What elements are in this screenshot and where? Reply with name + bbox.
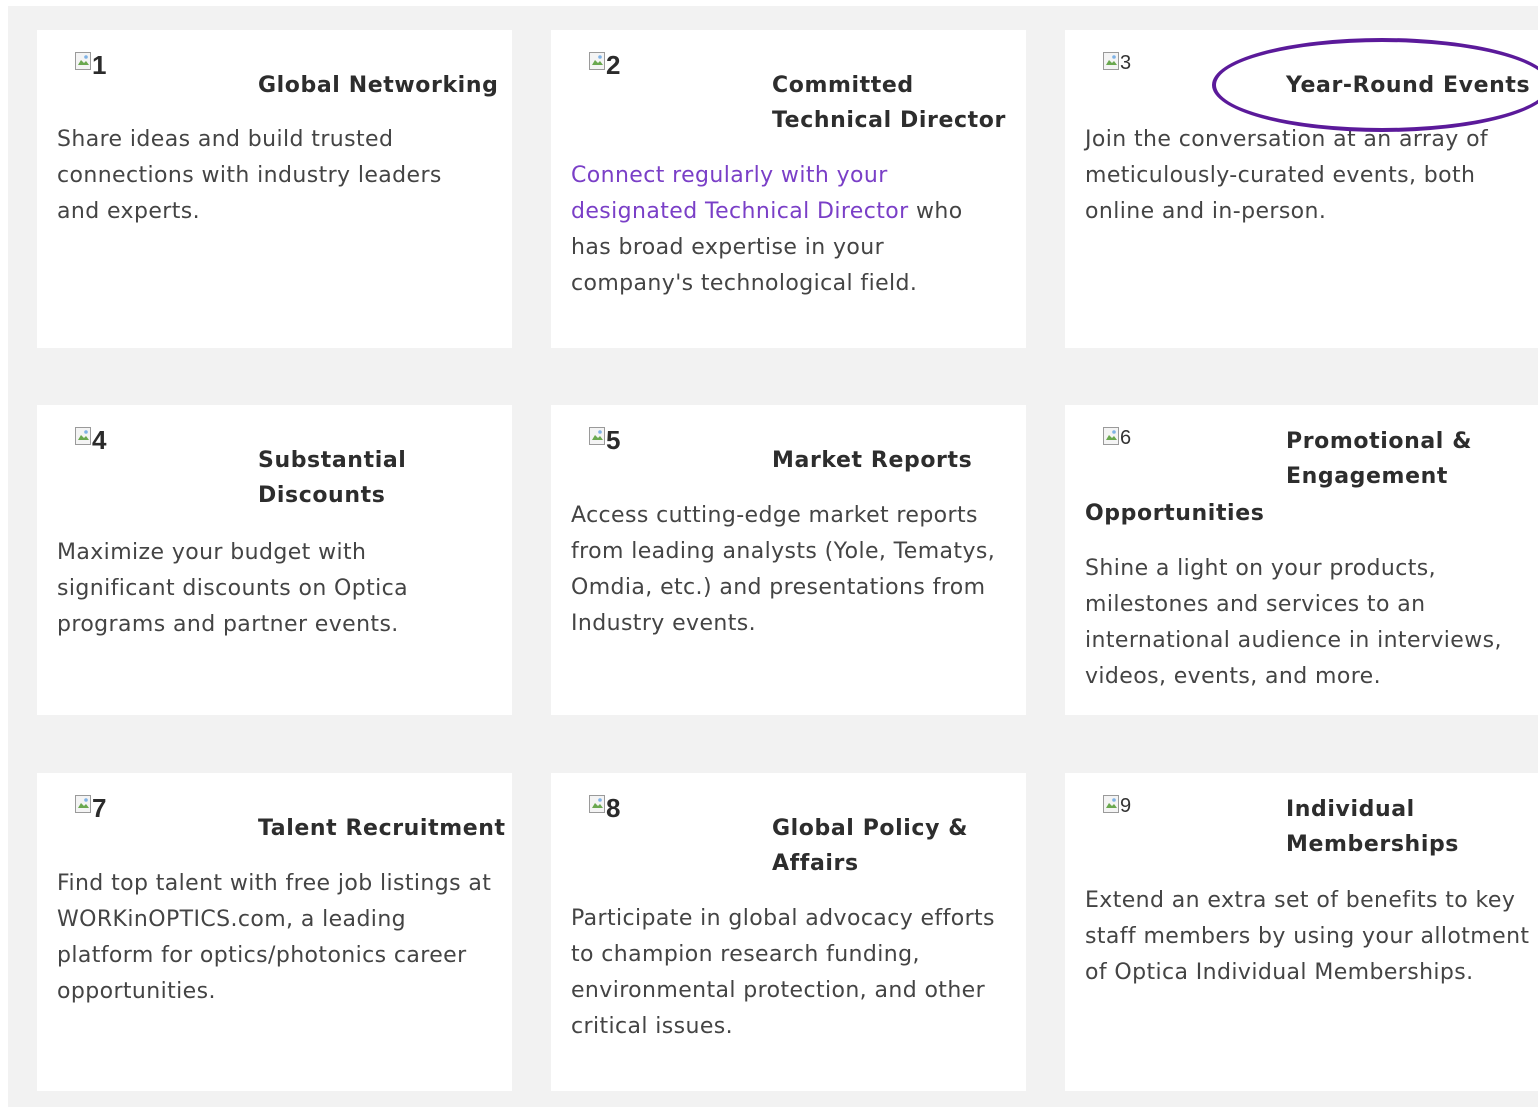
card-description: Find top talent with free job listings a… [57, 871, 492, 1004]
benefit-card-individual-memberships: 9 Individual Memberships Extend an extra… [1065, 773, 1538, 1091]
card-description: Share ideas and build trusted connection… [57, 127, 442, 224]
card-title: Global Policy & Affairs [772, 816, 969, 876]
icon-alt-text: 7 [92, 793, 107, 823]
broken-image-icon: 3 [1103, 52, 1131, 74]
broken-image-icon: 4 [75, 427, 106, 453]
card-description: Access cutting-edge market reports from … [571, 503, 996, 636]
card-title: Talent Recruitment [258, 816, 506, 841]
card-description: Join the conversation at an array of met… [1085, 127, 1489, 224]
card-description: Maximize your budget with significant di… [57, 540, 409, 637]
icon-alt-text: 8 [606, 793, 621, 823]
card-title-line-2: Engagement [1286, 464, 1448, 489]
card-description: Connect regularly with your designated T… [571, 158, 1001, 302]
benefit-card-promotional-engagement: 6 Promotional & Engagement Opportunities… [1065, 405, 1538, 715]
card-description: Extend an extra set of benefits to key s… [1085, 888, 1530, 985]
card-title: Global Networking [258, 73, 499, 98]
broken-image-icon: 2 [589, 52, 620, 78]
card-title: Year-Round Events [1286, 73, 1531, 98]
card-title-line-1: Promotional & [1286, 429, 1472, 454]
icon-alt-text: 1 [92, 50, 107, 80]
card-title: Committed Technical Director [772, 73, 1006, 133]
card-title: Individual Memberships [1286, 797, 1459, 857]
benefit-card-talent-recruitment: 7 Talent Recruitment Find top talent wit… [37, 773, 512, 1091]
icon-alt-text: 2 [606, 50, 621, 80]
benefit-card-substantial-discounts: 4 Substantial Discounts Maximize your bu… [37, 405, 512, 715]
card-title: Substantial Discounts [258, 448, 407, 508]
benefit-card-global-policy: 8 Global Policy & Affairs Participate in… [551, 773, 1026, 1091]
broken-image-icon: 9 [1103, 795, 1131, 817]
benefit-card-global-networking: 1 Global Networking Share ideas and buil… [37, 30, 512, 348]
broken-image-icon: 1 [75, 52, 106, 78]
icon-alt-text: 9 [1120, 795, 1132, 817]
broken-image-icon: 8 [589, 795, 620, 821]
icon-alt-text: 3 [1120, 52, 1132, 74]
icon-alt-text: 5 [606, 425, 621, 455]
broken-image-icon: 7 [75, 795, 106, 821]
benefit-card-year-round-events: 3 Year-Round Events Join the conversatio… [1065, 30, 1538, 348]
benefit-card-technical-director: 2 Committed Technical Director Connect r… [551, 30, 1026, 348]
card-description: Participate in global advocacy efforts t… [571, 906, 995, 1039]
technical-director-link[interactable]: Connect regularly with your designated T… [571, 163, 909, 224]
benefit-card-market-reports: 5 Market Reports Access cutting-edge mar… [551, 405, 1026, 715]
card-title: Market Reports [772, 448, 973, 473]
broken-image-icon: 5 [589, 427, 620, 453]
card-description: Shine a light on your products, mileston… [1085, 556, 1502, 689]
card-title-line-3: Opportunities [1085, 501, 1265, 526]
icon-alt-text: 6 [1120, 427, 1132, 449]
icon-alt-text: 4 [92, 425, 107, 455]
broken-image-icon: 6 [1103, 427, 1131, 449]
